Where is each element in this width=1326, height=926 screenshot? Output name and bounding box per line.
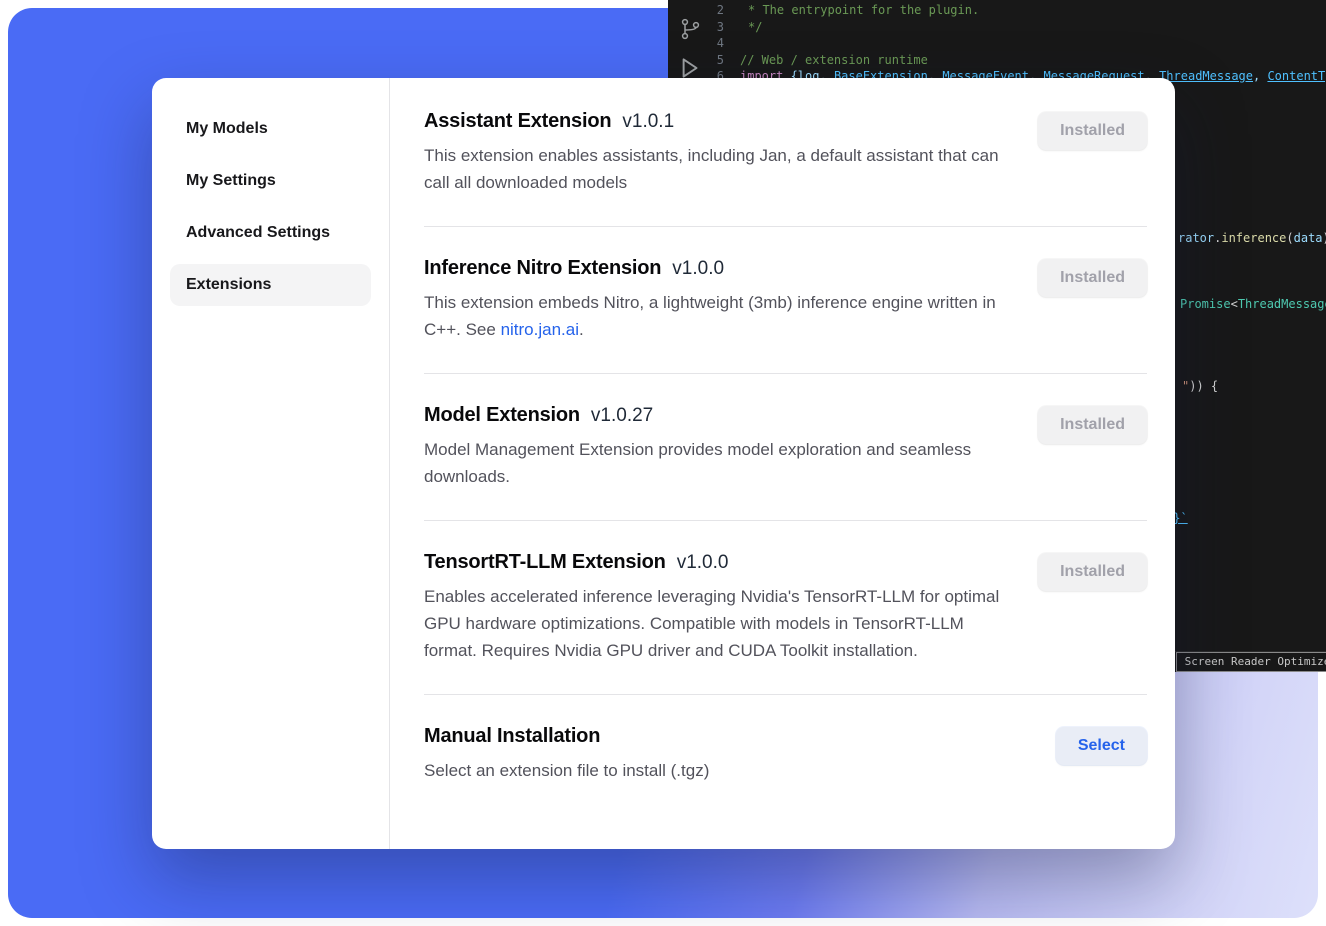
extension-title: Inference Nitro Extension xyxy=(424,257,661,280)
nav-item-my-settings[interactable]: My Settings xyxy=(170,160,371,202)
screen-reader-badge[interactable]: Screen Reader Optimized xyxy=(1176,652,1326,672)
extension-title: TensortRT-LLM Extension xyxy=(424,551,666,574)
description-text: . xyxy=(579,320,584,339)
extension-description: Model Management Extension provides mode… xyxy=(424,436,1009,490)
line-number: 2 xyxy=(668,2,740,19)
extension-title-line: Manual Installation xyxy=(424,725,709,748)
nitro-jan-ai-link[interactable]: nitro.jan.ai xyxy=(501,320,579,339)
settings-modal: My Models My Settings Advanced Settings … xyxy=(152,78,1175,849)
extensions-list: Assistant Extension v1.0.1 This extensio… xyxy=(390,78,1175,849)
installed-button[interactable]: Installed xyxy=(1038,553,1147,591)
extension-title-line: Inference Nitro Extension v1.0.0 xyxy=(424,257,1009,280)
code-line: 3 */ xyxy=(668,19,1326,36)
extension-row-model: Model Extension v1.0.27 Model Management… xyxy=(424,374,1147,521)
select-file-button[interactable]: Select xyxy=(1056,727,1147,765)
extension-row-tensorrt-llm: TensortRT-LLM Extension v1.0.0 Enables a… xyxy=(424,521,1147,695)
code-lines: 2 * The entrypoint for the plugin. 3 */ … xyxy=(668,2,1326,85)
code-line: 5 // Web / extension runtime xyxy=(668,52,1326,69)
installed-button[interactable]: Installed xyxy=(1038,406,1147,444)
code-text: * The entrypoint for the plugin. xyxy=(740,2,979,19)
nav-item-my-models[interactable]: My Models xyxy=(170,108,371,150)
code-line: 2 * The entrypoint for the plugin. xyxy=(668,2,1326,19)
installed-button[interactable]: Installed xyxy=(1038,112,1147,150)
code-text: // Web / extension runtime xyxy=(740,52,928,69)
extension-row-assistant: Assistant Extension v1.0.1 This extensio… xyxy=(424,78,1147,227)
nav-item-advanced-settings[interactable]: Advanced Settings xyxy=(170,212,371,254)
extension-description: This extension embeds Nitro, a lightweig… xyxy=(424,289,1009,343)
extension-title-line: TensortRT-LLM Extension v1.0.0 xyxy=(424,551,1009,574)
extension-version: v1.0.0 xyxy=(672,258,724,280)
extension-description: This extension enables assistants, inclu… xyxy=(424,142,1009,196)
code-line: 4 xyxy=(668,35,1326,52)
screen: 2 * The entrypoint for the plugin. 3 */ … xyxy=(0,0,1326,926)
line-number: 3 xyxy=(668,19,740,36)
code-fragment: rator.inference(data)); xyxy=(1178,230,1326,247)
extension-version: v1.0.1 xyxy=(622,111,674,133)
extension-title-line: Model Extension v1.0.27 xyxy=(424,404,1009,427)
extension-description: Select an extension file to install (.tg… xyxy=(424,757,709,784)
settings-nav: My Models My Settings Advanced Settings … xyxy=(152,78,390,849)
code-fragment: Promise<ThreadMessage> xyxy=(1180,296,1326,313)
extension-version: v1.0.27 xyxy=(591,405,653,427)
extension-title: Assistant Extension xyxy=(424,110,611,133)
line-number: 5 xyxy=(668,52,740,69)
extension-description: Enables accelerated inference leveraging… xyxy=(424,583,1009,664)
extension-title: Manual Installation xyxy=(424,725,600,748)
installed-button[interactable]: Installed xyxy=(1038,259,1147,297)
extension-row-inference-nitro: Inference Nitro Extension v1.0.0 This ex… xyxy=(424,227,1147,374)
code-fragment: ")) { xyxy=(1182,378,1218,395)
extension-title-line: Assistant Extension v1.0.1 xyxy=(424,110,1009,133)
code-text: */ xyxy=(740,19,762,36)
extension-title: Model Extension xyxy=(424,404,580,427)
line-number: 4 xyxy=(668,35,740,52)
extension-version: v1.0.0 xyxy=(677,552,729,574)
nav-item-extensions[interactable]: Extensions xyxy=(170,264,371,306)
extension-row-manual-installation: Manual Installation Select an extension … xyxy=(424,695,1147,814)
